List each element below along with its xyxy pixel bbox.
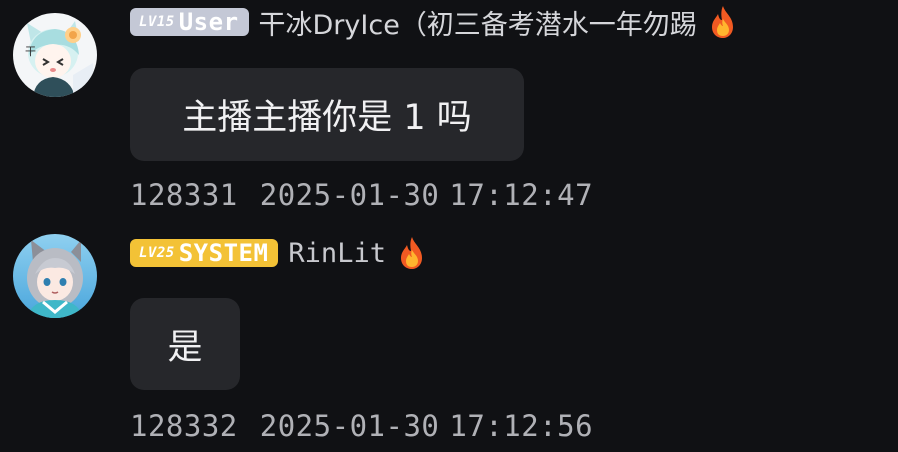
message-bubble[interactable]: 是 <box>130 298 240 390</box>
message-meta: 128331 2025-01-30 17:12:47 <box>130 178 593 212</box>
level-badge: LV15 User <box>130 8 249 36</box>
anime-avatar-icon: 干 <box>13 13 97 97</box>
user-avatar[interactable]: 干 <box>13 13 97 97</box>
fire-icon <box>709 5 737 39</box>
message-meta: 128332 2025-01-30 17:12:56 <box>130 409 593 443</box>
message-time: 17:12:56 <box>449 409 594 443</box>
svg-text:干: 干 <box>25 45 36 58</box>
anime-avatar-icon <box>13 234 97 318</box>
nickname[interactable]: 干冰DryIce（初三备考潜水一年勿踢 <box>259 3 697 42</box>
chat-message: 干 LV15 User 干冰DryIce（初三备考潜水一年勿踢 主播主播你是 1… <box>0 0 898 226</box>
message-time: 17:12:47 <box>449 178 594 212</box>
level-badge: LV25 SYSTEM <box>130 239 279 267</box>
level-label: LV15 <box>139 14 175 30</box>
nickname[interactable]: RinLit <box>288 238 386 269</box>
chat-message: LV25 SYSTEM RinLit 是 128332 2025-01-30 17:… <box>0 226 898 452</box>
level-label: LV25 <box>139 245 175 261</box>
message-date: 2025-01-30 <box>259 409 440 443</box>
message-bubble[interactable]: 主播主播你是 1 吗 <box>130 68 524 161</box>
message-header: LV15 User 干冰DryIce（初三备考潜水一年勿踢 <box>130 3 737 42</box>
message-date: 2025-01-30 <box>259 178 440 212</box>
message-header: LV25 SYSTEM RinLit <box>130 236 426 270</box>
message-id: 128332 <box>130 409 238 443</box>
fire-icon <box>398 236 426 270</box>
badge-title: User <box>178 8 239 36</box>
user-avatar[interactable] <box>13 234 97 318</box>
message-id: 128331 <box>130 178 238 212</box>
badge-title: SYSTEM <box>178 239 269 267</box>
